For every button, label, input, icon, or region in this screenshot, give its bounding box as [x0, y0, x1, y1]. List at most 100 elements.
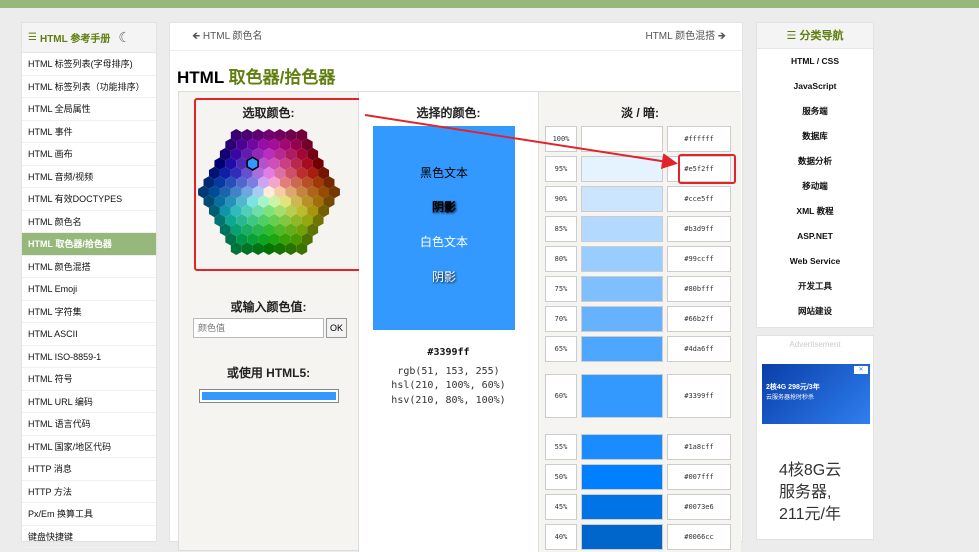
list-icon: ☰: [786, 30, 800, 42]
shade-row: 90% #cce5ff: [545, 186, 731, 212]
shade-swatch[interactable]: [581, 186, 663, 212]
category-item[interactable]: JavaScript: [757, 74, 873, 99]
hsv-code: hsv(210, 80%, 100%): [391, 394, 506, 406]
shade-swatch[interactable]: [581, 276, 663, 302]
top-bar: [0, 0, 979, 8]
shade-row: 75% #80bfff: [545, 276, 731, 302]
color-value-input[interactable]: [193, 318, 324, 338]
shade-percent: 80%: [545, 246, 577, 272]
shade-row: 55% #1a8cff: [545, 434, 731, 460]
advertisement: Advertisement 2核4G 298元/3年 云服务器抢时秒杀 ✕ 4核…: [756, 335, 874, 540]
shade-swatch[interactable]: [581, 156, 663, 182]
shade-swatch[interactable]: [581, 434, 663, 460]
shade-percent: 55%: [545, 434, 577, 460]
input-color-label: 或输入颜色值:: [230, 300, 307, 314]
shade-swatch[interactable]: [581, 524, 663, 550]
shade-hex: #ffffff: [667, 126, 731, 152]
shade-swatch[interactable]: [581, 374, 663, 418]
category-item[interactable]: 服务端: [757, 99, 873, 124]
shade-swatch[interactable]: [581, 494, 663, 520]
sidebar-item[interactable]: HTML 标签列表（功能排序）: [22, 76, 156, 98]
sidebar-item[interactable]: HTML 颜色名: [22, 211, 156, 233]
shade-swatch[interactable]: [581, 216, 663, 242]
sidebar-item[interactable]: HTML URL 编码: [22, 391, 156, 413]
black-shadow-sample: 阴影: [431, 200, 456, 214]
shade-row: 65% #4da6ff: [545, 336, 731, 362]
sidebar-title: HTML 参考手册: [39, 34, 111, 45]
category-item[interactable]: 网站建设: [757, 299, 873, 324]
shade-row: 60% #3399ff: [545, 374, 731, 418]
shade-percent: 75%: [545, 276, 577, 302]
category-item[interactable]: HTML / CSS: [757, 49, 873, 74]
shade-swatch[interactable]: [581, 306, 663, 332]
shade-swatch[interactable]: [581, 464, 663, 490]
sidebar-item[interactable]: HTML 字符集: [22, 301, 156, 323]
category-item[interactable]: 数据分析: [757, 149, 873, 174]
shade-swatch[interactable]: [581, 126, 663, 152]
shade-row: 50% #007fff: [545, 464, 731, 490]
sidebar-item[interactable]: HTML 语言代码: [22, 413, 156, 436]
hex-code: #3399ff: [427, 347, 470, 358]
shade-percent: 65%: [545, 336, 577, 362]
sidebar-item[interactable]: Px/Em 换算工具: [22, 503, 156, 526]
annotation-box-picker: [194, 98, 363, 271]
html5-color-swatch: [202, 392, 336, 400]
shade-percent: 95%: [545, 156, 577, 182]
shade-hex: #0066cc: [667, 524, 731, 550]
sidebar-item[interactable]: HTML ISO-8859-1: [22, 346, 156, 368]
sidebar-item[interactable]: HTML 符号: [22, 368, 156, 391]
color-input-row: OK: [193, 318, 347, 338]
category-item[interactable]: ASP.NET: [757, 224, 873, 249]
category-item[interactable]: XML 教程: [757, 199, 873, 224]
page-title-highlight: 取色器/拾色器: [228, 68, 336, 87]
ad-label: Advertisement: [789, 340, 841, 349]
prev-link[interactable]: 🡸 HTML 颜色名: [192, 27, 263, 46]
category-item[interactable]: 开发工具: [757, 274, 873, 299]
shade-hex: #99ccff: [667, 246, 731, 272]
category-item[interactable]: Web Service: [757, 249, 873, 274]
shade-hex: #0073e6: [667, 494, 731, 520]
sidebar-item[interactable]: HTML 颜色混搭: [22, 256, 156, 278]
category-item[interactable]: 移动端: [757, 174, 873, 199]
shade-swatch[interactable]: [581, 336, 663, 362]
sidebar-item[interactable]: 键盘快捷键: [22, 526, 156, 548]
sidebar-header: ☰ HTML 参考手册 ☾: [22, 23, 156, 53]
next-link[interactable]: HTML 颜色混搭 🡺: [645, 27, 726, 46]
next-link-label: HTML 颜色混搭: [645, 31, 716, 42]
sidebar-item[interactable]: HTTP 方法: [22, 481, 156, 503]
ad-text[interactable]: 4核8G云 服务器, 211元/年: [779, 460, 841, 526]
dark-mode-icon[interactable]: ☾: [118, 29, 131, 46]
sidebar-item[interactable]: HTML 全局属性: [22, 98, 156, 121]
ok-button[interactable]: OK: [326, 318, 347, 338]
sidebar-list: HTML 标签列表(字母排序) HTML 标签列表（功能排序） HTML 全局属性 H…: [22, 53, 156, 548]
shade-row: 85% #b3d9ff: [545, 216, 731, 242]
sidebar-item[interactable]: HTML 有效DOCTYPES: [22, 188, 156, 211]
ad-banner-line2: 云服务器抢时秒杀: [766, 395, 815, 401]
sidebar-item[interactable]: HTML 国家/地区代码: [22, 436, 156, 458]
ad-close-icon[interactable]: ✕: [854, 366, 868, 374]
shade-hex: #3399ff: [667, 374, 731, 418]
sidebar-item[interactable]: HTTP 消息: [22, 458, 156, 481]
shade-percent: 85%: [545, 216, 577, 242]
sidebar-item[interactable]: HTML 取色器/拾色器: [22, 233, 156, 256]
ad-banner[interactable]: 2核4G 298元/3年 云服务器抢时秒杀 ✕: [762, 364, 870, 424]
ad-text-line1: 4核8G云: [779, 462, 842, 479]
selected-color-label: 选择的颜色:: [416, 106, 481, 120]
html5-color-input[interactable]: [199, 389, 339, 403]
sidebar-item[interactable]: HTML 音频/视频: [22, 166, 156, 188]
category-nav: ☰ 分类导航 HTML / CSS JavaScript 服务端 数据库 数据分析 移动端…: [756, 22, 874, 328]
sidebar-item[interactable]: HTML 画布: [22, 143, 156, 166]
sidebar-item[interactable]: HTML ASCII: [22, 323, 156, 346]
color-codes: #3399ff rgb(51, 153, 255) hsl(210, 100%,…: [359, 346, 538, 408]
picker-column: 选取颜色: 或输入颜色值: OK 或使用 HTML5:: [179, 92, 363, 552]
category-item[interactable]: 数据库: [757, 124, 873, 149]
shade-row: 45% #0073e6: [545, 494, 731, 520]
sidebar-item[interactable]: HTML 标签列表(字母排序): [22, 53, 156, 76]
shade-row: 80% #99ccff: [545, 246, 731, 272]
sidebar-item[interactable]: HTML 事件: [22, 121, 156, 143]
sidebar-item[interactable]: HTML Emoji: [22, 278, 156, 301]
shade-row: 70% #66b2ff: [545, 306, 731, 332]
shade-percent: 60%: [545, 374, 577, 418]
selected-color-column: 选择的颜色: 黑色文本 阴影 白色文本 阴影 #3399ff rgb(51, 1…: [359, 92, 539, 552]
shade-swatch[interactable]: [581, 246, 663, 272]
